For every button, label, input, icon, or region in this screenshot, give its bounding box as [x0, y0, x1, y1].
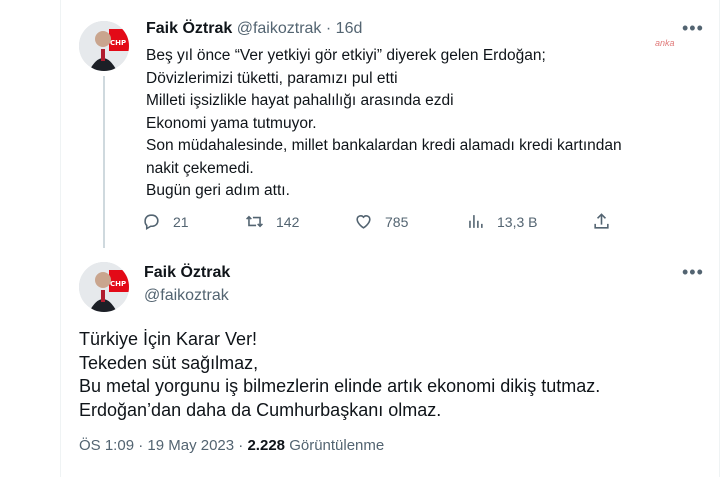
tweet-date[interactable]: 19 May 2023 [147, 437, 234, 454]
tweet-line: Dövizlerimizi tüketti, paramızı pul etti [146, 69, 398, 87]
author-name[interactable]: Faik Öztrak [144, 264, 230, 282]
svg-text:CHP: CHP [110, 280, 126, 288]
tweet-line: Erdoğan’dan daha da Cumhurbaşkanı olmaz. [79, 399, 442, 420]
author-handle[interactable]: @faikoztrak [144, 287, 229, 305]
views-button[interactable]: 13,3 B [466, 212, 537, 231]
tweet-line: Bugün geri adım attı. [146, 182, 290, 199]
tweet-line: Bu metal yorgunu iş bilmezlerin elinde a… [79, 376, 601, 396]
author-handle[interactable]: @faikoztrak [237, 20, 322, 37]
tweet-text: Türkiye İçin Karar Ver! Tekeden süt sağı… [79, 328, 600, 422]
thread-connector [103, 76, 105, 248]
share-icon [594, 213, 609, 229]
tweet-line: Ekonomi yama tutmuyor. [146, 114, 317, 132]
views-icon [469, 215, 483, 228]
retweet-icon [246, 215, 263, 228]
view-label: Görüntülenme [289, 437, 385, 454]
share-button[interactable] [592, 212, 623, 231]
avatar[interactable]: CHP [79, 262, 129, 312]
tweet-text: Beş yıl önce “Ver yetkiyi gör etkiyi” di… [146, 45, 676, 203]
more-icon[interactable]: ••• [682, 18, 704, 39]
tweet-time[interactable]: ÖS 1:09 [79, 437, 134, 454]
tweet-age[interactable]: 16d [336, 20, 363, 37]
tweet-meta: ÖS 1:09 · 19 May 2023 · 2.228 Görüntülen… [79, 437, 385, 454]
retweet-button[interactable]: 142 [245, 212, 299, 231]
tweet-line: Milleti işsizlikle hayat pahalılığı aras… [146, 92, 454, 109]
more-icon[interactable]: ••• [682, 262, 704, 283]
reply-count: 21 [173, 213, 189, 230]
tweet-line: Tekeden süt sağılmaz, [79, 352, 259, 373]
retweet-count: 142 [276, 213, 300, 230]
views-count: 13,3 B [497, 213, 538, 230]
tweet-line: Türkiye İçin Karar Ver! [79, 329, 258, 349]
svg-text:CHP: CHP [110, 39, 126, 47]
tweet-actions: 21 142 785 13,3 B [142, 212, 622, 236]
tweet-line: Son müdahalesinde, millet bankalardan kr… [146, 137, 622, 154]
like-button[interactable]: 785 [354, 212, 408, 231]
tweet-line: nakit çekemedi. [146, 159, 254, 177]
view-count: 2.228 [247, 437, 286, 454]
like-count: 785 [385, 213, 409, 230]
tweet-line: Beş yıl önce “Ver yetkiyi gör etkiyi” di… [146, 47, 546, 64]
reply-button[interactable]: 21 [142, 212, 189, 231]
tweet-header: Faik Öztrak @faikoztrak · 16d [146, 20, 363, 37]
like-icon [356, 215, 371, 229]
author-name[interactable]: Faik Öztrak [146, 20, 232, 37]
reply-icon [144, 214, 159, 231]
avatar[interactable]: CHP [79, 21, 129, 71]
